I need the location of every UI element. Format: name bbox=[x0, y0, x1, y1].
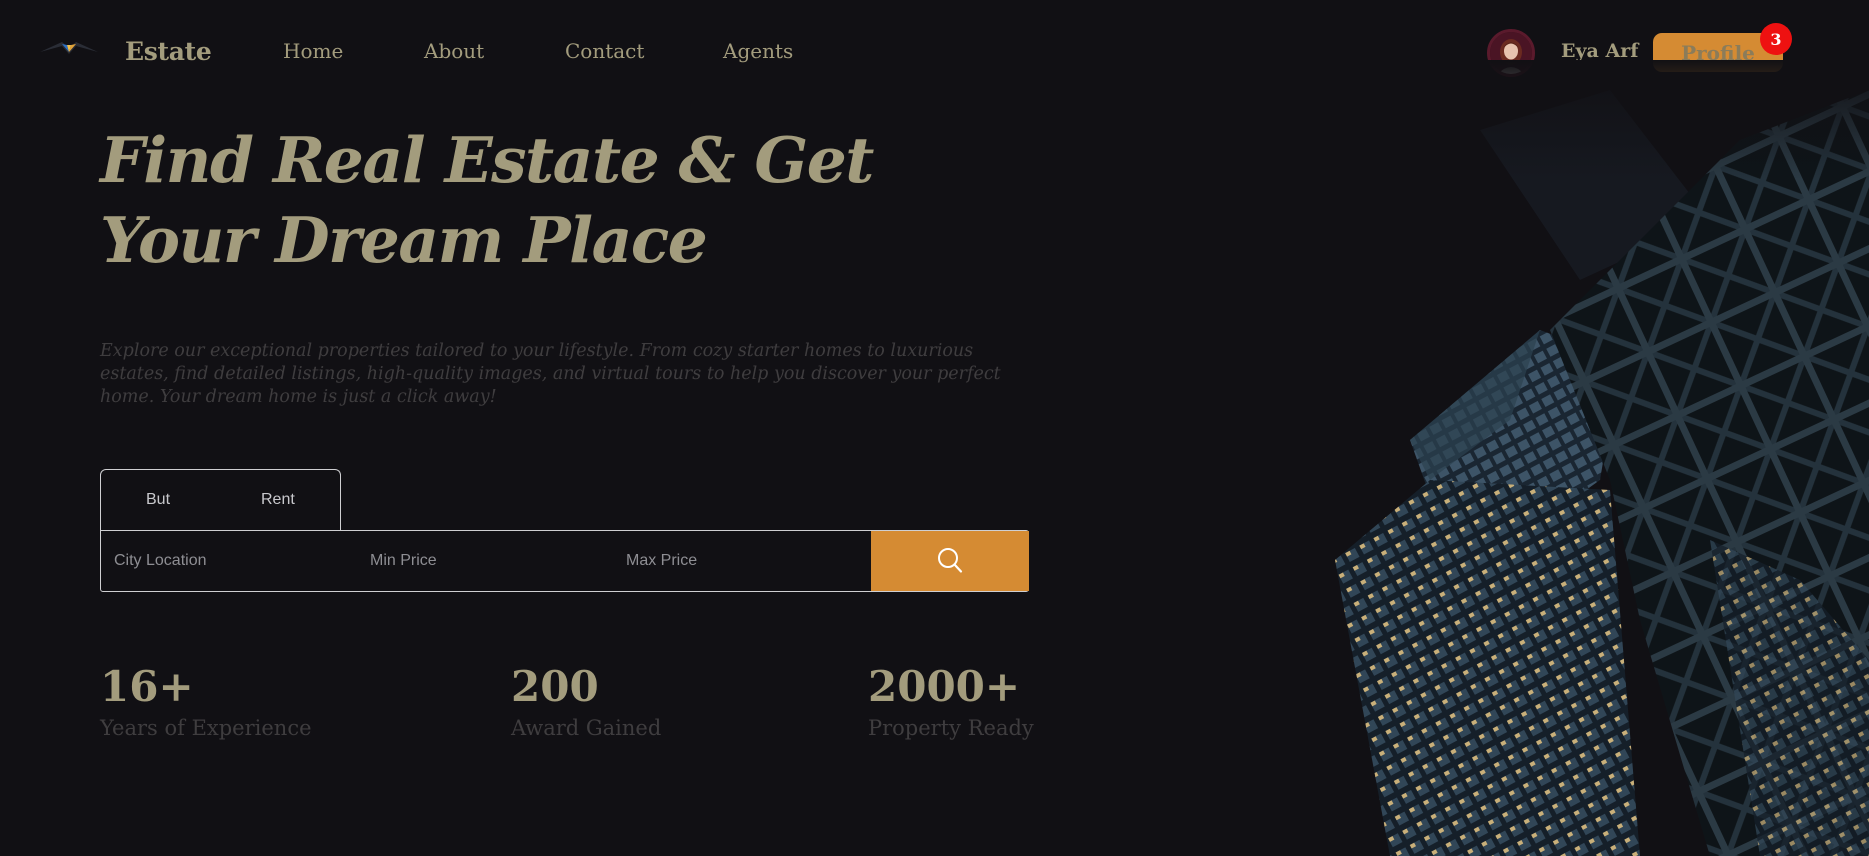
building-image bbox=[1280, 60, 1869, 856]
logo-icon[interactable] bbox=[38, 38, 100, 60]
search-tabs: But Rent bbox=[100, 469, 341, 531]
stat-awards-value: 200 bbox=[511, 662, 599, 711]
stat-properties-value: 2000+ bbox=[868, 662, 1021, 711]
min-price-input[interactable] bbox=[357, 531, 613, 591]
city-location-input[interactable] bbox=[101, 531, 357, 591]
nav-home[interactable]: Home bbox=[283, 39, 343, 63]
stat-years-value: 16+ bbox=[100, 662, 194, 711]
max-price-input[interactable] bbox=[613, 531, 869, 591]
hero-description: Explore our exceptional properties tailo… bbox=[100, 341, 1001, 407]
tab-rent[interactable]: Rent bbox=[261, 491, 295, 509]
brand-name[interactable]: Estate bbox=[125, 37, 212, 66]
tab-buy[interactable]: But bbox=[146, 491, 170, 509]
hero-title: Find Real Estate & Get Your Dream Place bbox=[100, 123, 874, 277]
stat-awards-label: Award Gained bbox=[511, 716, 662, 740]
notification-badge: 3 bbox=[1760, 23, 1792, 55]
stat-years-label: Years of Experience bbox=[100, 716, 312, 740]
search-icon bbox=[938, 548, 963, 573]
nav-about[interactable]: About bbox=[424, 39, 484, 63]
landing-page: Estate Home About Contact Agents Eya Arf… bbox=[0, 0, 1869, 856]
user-name[interactable]: Eya Arf bbox=[1561, 40, 1638, 62]
search-bar bbox=[100, 530, 1029, 592]
search-button[interactable] bbox=[871, 531, 1029, 591]
nav-contact[interactable]: Contact bbox=[565, 39, 644, 63]
nav-agents[interactable]: Agents bbox=[723, 39, 793, 63]
stat-properties-label: Property Ready bbox=[868, 716, 1034, 740]
